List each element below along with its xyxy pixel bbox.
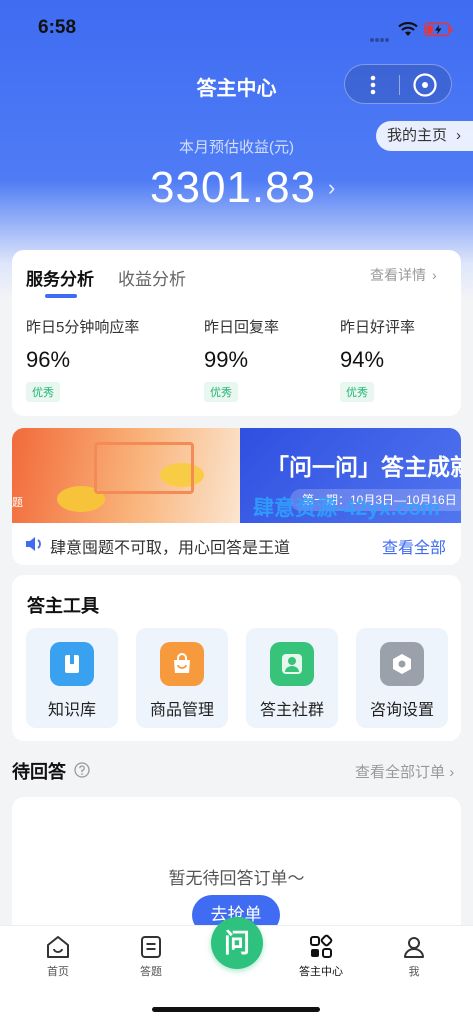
view-all-orders-label: 查看全部订单 bbox=[355, 764, 446, 781]
stat-label: 昨日回复率 bbox=[204, 319, 280, 336]
document-icon bbox=[141, 936, 161, 958]
tab-label: 答主中心 bbox=[299, 966, 343, 978]
capsule-divider bbox=[399, 75, 400, 95]
tool-product-management[interactable]: 商品管理 bbox=[136, 628, 228, 728]
signal-icon bbox=[370, 29, 392, 42]
view-details-link[interactable]: 查看详情 › bbox=[370, 265, 437, 285]
notice-text: 肆意囤题不可取，用心回答是王道 bbox=[50, 540, 291, 557]
watermark: 肆意资源-42yx.com bbox=[253, 497, 440, 520]
wifi-icon bbox=[398, 22, 418, 36]
chevron-right-icon: › bbox=[432, 267, 437, 283]
notice-bar: 肆意囤题不可取，用心回答是王道 查看全部 bbox=[12, 523, 461, 565]
tools-card: 答主工具 知识库 商品管理 答主社群 咨询设置 bbox=[12, 575, 461, 741]
stat-label: 昨日5分钟响应率 bbox=[26, 319, 140, 336]
stat-response-rate: 昨日5分钟响应率 96% 优秀 bbox=[26, 316, 139, 402]
tab-service-analysis[interactable]: 服务分析 bbox=[26, 265, 94, 290]
status-time: 6:58 bbox=[38, 17, 77, 38]
tab-answerer-center[interactable]: 答主中心 bbox=[281, 934, 361, 979]
empty-state-text: 暂无待回答订单～ bbox=[168, 869, 305, 888]
status-badge: 优秀 bbox=[204, 382, 238, 402]
view-details-label: 查看详情 bbox=[370, 267, 426, 283]
earnings-label: 本月预估收益(元) bbox=[179, 139, 294, 156]
chevron-right-icon[interactable]: › bbox=[328, 175, 335, 201]
grid-icon bbox=[310, 934, 333, 958]
speaker-icon bbox=[26, 537, 41, 551]
tool-label: 知识库 bbox=[47, 702, 96, 719]
stat-rating-rate: 昨日好评率 94% 优秀 bbox=[340, 316, 415, 402]
banner-edge-text: 题 bbox=[12, 497, 23, 509]
stat-value: 99% bbox=[204, 347, 249, 372]
tab-label: 首页 bbox=[47, 966, 69, 978]
tool-label: 商品管理 bbox=[149, 702, 214, 719]
close-icon[interactable] bbox=[412, 72, 438, 98]
tool-knowledge-base[interactable]: 知识库 bbox=[26, 628, 118, 728]
status-badge: 优秀 bbox=[340, 382, 374, 402]
view-all-orders-link[interactable]: 查看全部订单 › bbox=[355, 761, 454, 782]
tool-label: 答主社群 bbox=[259, 702, 324, 719]
home-icon bbox=[47, 936, 69, 958]
stat-reply-rate: 昨日回复率 99% 优秀 bbox=[204, 316, 279, 402]
service-stats-card: 服务分析 收益分析 查看详情 › 昨日5分钟响应率 96% 优秀 昨日回复率 99… bbox=[12, 250, 461, 416]
user-group-icon bbox=[270, 642, 314, 686]
active-tab-indicator bbox=[45, 294, 77, 298]
more-icon[interactable] bbox=[363, 73, 383, 97]
stat-label: 昨日好评率 bbox=[340, 319, 416, 336]
book-icon bbox=[50, 642, 94, 686]
banner-illustration bbox=[12, 428, 240, 523]
tab-income-analysis[interactable]: 收益分析 bbox=[118, 265, 186, 290]
stat-value: 96% bbox=[26, 347, 71, 372]
user-icon bbox=[404, 937, 424, 958]
shopping-bag-icon bbox=[160, 642, 204, 686]
tab-label: 我 bbox=[408, 966, 420, 978]
screen-illustration bbox=[94, 442, 194, 494]
section-title: 答主工具 bbox=[27, 596, 99, 616]
tool-consult-settings[interactable]: 咨询设置 bbox=[356, 628, 448, 728]
ask-button[interactable]: 问 bbox=[211, 917, 263, 969]
banner-title: 「问一问」答主成就 bbox=[266, 454, 461, 480]
home-indicator bbox=[152, 1007, 320, 1012]
tool-label: 咨询设置 bbox=[369, 702, 434, 719]
tool-community[interactable]: 答主社群 bbox=[246, 628, 338, 728]
section-title: 待回答 bbox=[12, 762, 66, 782]
status-badge: 优秀 bbox=[26, 382, 60, 402]
tab-answer[interactable]: 答题 bbox=[111, 934, 191, 979]
earnings-value[interactable]: 3301.83 bbox=[150, 163, 316, 213]
battery-icon bbox=[424, 22, 453, 37]
tab-home[interactable]: 首页 bbox=[18, 934, 98, 979]
mini-program-capsule bbox=[344, 64, 452, 104]
settings-icon bbox=[380, 642, 424, 686]
tab-label: 答题 bbox=[140, 966, 162, 978]
status-bar: 6:58 bbox=[0, 0, 473, 58]
stat-value: 94% bbox=[340, 347, 385, 372]
help-icon[interactable] bbox=[74, 762, 90, 778]
chevron-right-icon: › bbox=[449, 764, 455, 781]
tab-me[interactable]: 我 bbox=[374, 934, 454, 979]
view-all-link[interactable]: 查看全部 bbox=[382, 534, 446, 558]
